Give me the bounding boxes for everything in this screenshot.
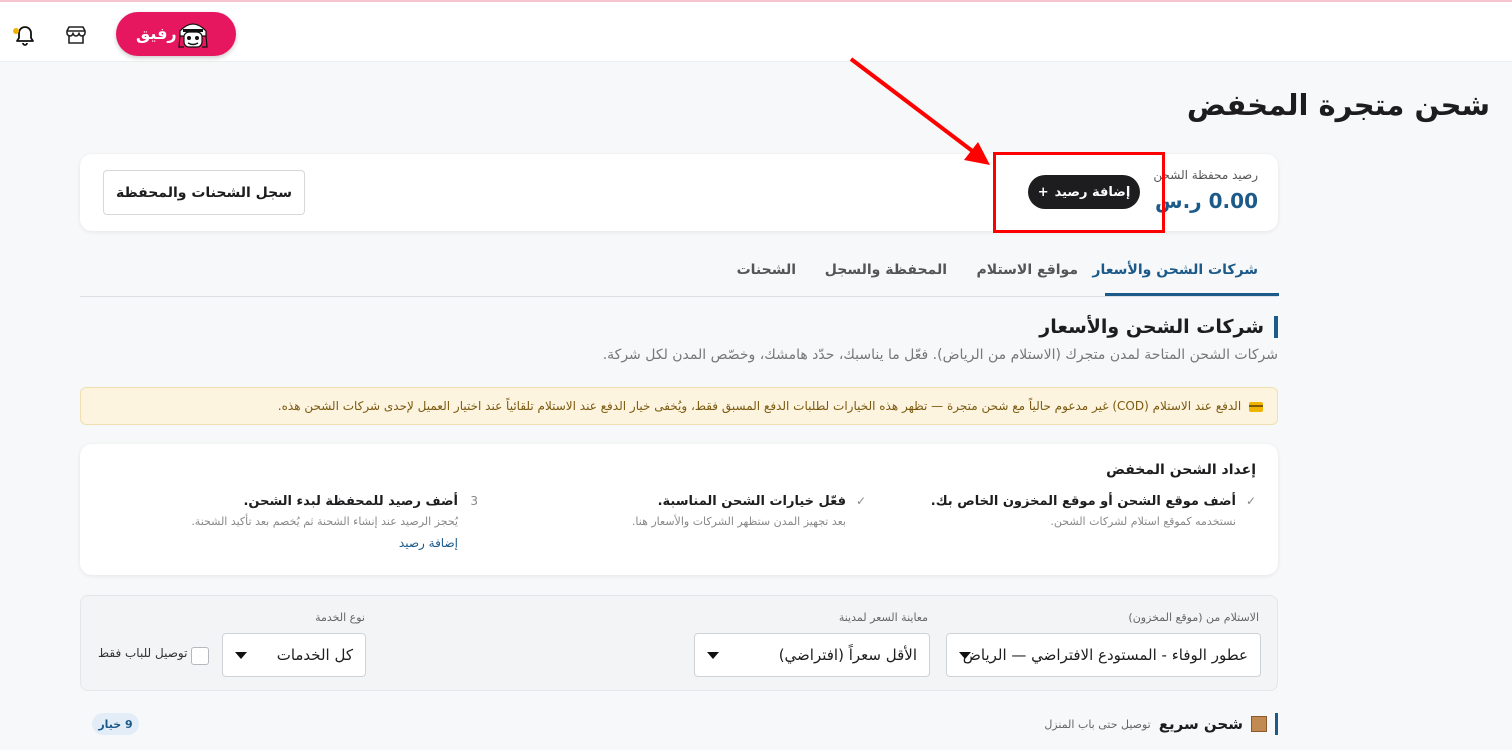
rafeeq-label: رفيق xyxy=(136,24,177,43)
highlight-box xyxy=(993,152,1165,233)
city-preview-select[interactable]: الأقل سعراً (افتراضي) xyxy=(694,633,930,677)
bell-icon[interactable] xyxy=(13,24,37,48)
tabs-bar: شركات الشحن والأسعار مواقع الاستلام المح… xyxy=(80,250,1279,297)
section-title: شركات الشحن والأسعار xyxy=(1039,316,1278,338)
group-subtitle: توصيل حتى باب المنزل xyxy=(1044,717,1151,731)
pickup-location-label: الاستلام من (موقع المخزون) xyxy=(1128,611,1259,624)
setup-steps-card: إعداد الشحن المخفض ✓ أضف موقع الشحن أو م… xyxy=(80,444,1278,575)
setup-step-desc: نستخدمه كموقع استلام لشركات الشحن. xyxy=(1050,515,1236,528)
cod-notice-banner: الدفع عند الاستلام (COD) غير مدعوم حاليا… xyxy=(80,387,1278,425)
city-preview-label: معاينة السعر لمدينة xyxy=(838,611,928,624)
group-title: شحن سريع xyxy=(1158,715,1243,733)
chevron-down-icon xyxy=(959,652,971,659)
credit-card-icon xyxy=(1249,401,1263,412)
filters-panel: الاستلام من (موقع المخزون) عطور الوفاء -… xyxy=(80,595,1278,691)
door-only-label: توصيل للباب فقط xyxy=(98,646,188,660)
setup-step-1: ✓ أضف موقع الشحن أو موقع المخزون الخاص ب… xyxy=(930,494,1256,528)
active-tab-indicator xyxy=(1105,293,1279,296)
service-type-label: نوع الخدمة xyxy=(315,611,365,624)
setup-step-2: ✓ فعّل خيارات الشحن المناسبة. بعد تجهيز … xyxy=(631,494,866,528)
tab-wallet-history[interactable]: المحفظة والسجل xyxy=(825,262,947,278)
top-bar: رفيق xyxy=(0,0,1512,62)
wallet-balance-label: رصيد محفظة الشحن xyxy=(1153,168,1258,182)
door-only-checkbox[interactable] xyxy=(191,647,209,665)
city-preview-value: الأقل سعراً (افتراضي) xyxy=(778,646,917,664)
check-icon: ✓ xyxy=(855,494,866,508)
cod-notice-text: الدفع عند الاستلام (COD) غير مدعوم حاليا… xyxy=(277,399,1242,413)
notification-dot xyxy=(13,28,19,34)
cod-notice-row: الدفع عند الاستلام (COD) غير مدعوم حاليا… xyxy=(278,399,1263,413)
page-title: شحن متجرة المخفض xyxy=(1186,88,1490,122)
check-icon: ✓ xyxy=(1245,494,1256,508)
setup-step-3: 3 أضف رصيد للمحفظة لبدء الشحن. يُحجز الر… xyxy=(191,494,478,550)
rafeeq-assistant-button[interactable]: رفيق xyxy=(116,12,236,56)
pickup-location-value: عطور الوفاء - المستودع الافتراضي — الريا… xyxy=(962,646,1248,664)
pickup-location-select[interactable]: عطور الوفاء - المستودع الافتراضي — الريا… xyxy=(946,633,1261,677)
service-type-value: كل الخدمات xyxy=(276,646,353,664)
setup-step-desc: بعد تجهيز المدن ستظهر الشركات والأسعار ه… xyxy=(631,515,846,528)
setup-step-title: فعّل خيارات الشحن المناسبة. xyxy=(657,494,846,509)
tab-pickup-locations[interactable]: مواقع الاستلام xyxy=(977,262,1078,278)
store-icon[interactable] xyxy=(64,23,88,47)
section-subtitle: شركات الشحن المتاحة لمدن متجرك (الاستلام… xyxy=(602,347,1278,363)
tab-shipments[interactable]: الشحنات xyxy=(737,262,796,278)
rafeeq-avatar-icon xyxy=(176,18,210,50)
wallet-balance-amount: 0.00 ر.س xyxy=(1154,189,1258,213)
add-balance-link[interactable]: إضافة رصيد xyxy=(191,536,458,550)
tab-carriers-prices[interactable]: شركات الشحن والأسعار xyxy=(1092,262,1258,278)
chevron-down-icon xyxy=(707,652,719,659)
options-count-badge: 9 خيار xyxy=(92,713,139,735)
box-icon xyxy=(1251,716,1267,732)
setup-step-title: أضف موقع الشحن أو موقع المخزون الخاص بك. xyxy=(930,494,1236,509)
service-type-select[interactable]: كل الخدمات xyxy=(222,633,366,677)
chevron-down-icon xyxy=(235,652,247,659)
step-number: 3 xyxy=(470,494,478,508)
setup-step-desc: يُحجز الرصيد عند إنشاء الشحنة ثم يُخصم ب… xyxy=(191,515,458,528)
express-shipping-group-header: شحن سريع توصيل حتى باب المنزل xyxy=(1044,713,1278,735)
setup-title: إعداد الشحن المخفض xyxy=(1106,462,1256,478)
shipments-wallet-history-button[interactable]: سجل الشحنات والمحفظة xyxy=(103,170,305,215)
setup-step-title: أضف رصيد للمحفظة لبدء الشحن. xyxy=(243,494,458,509)
